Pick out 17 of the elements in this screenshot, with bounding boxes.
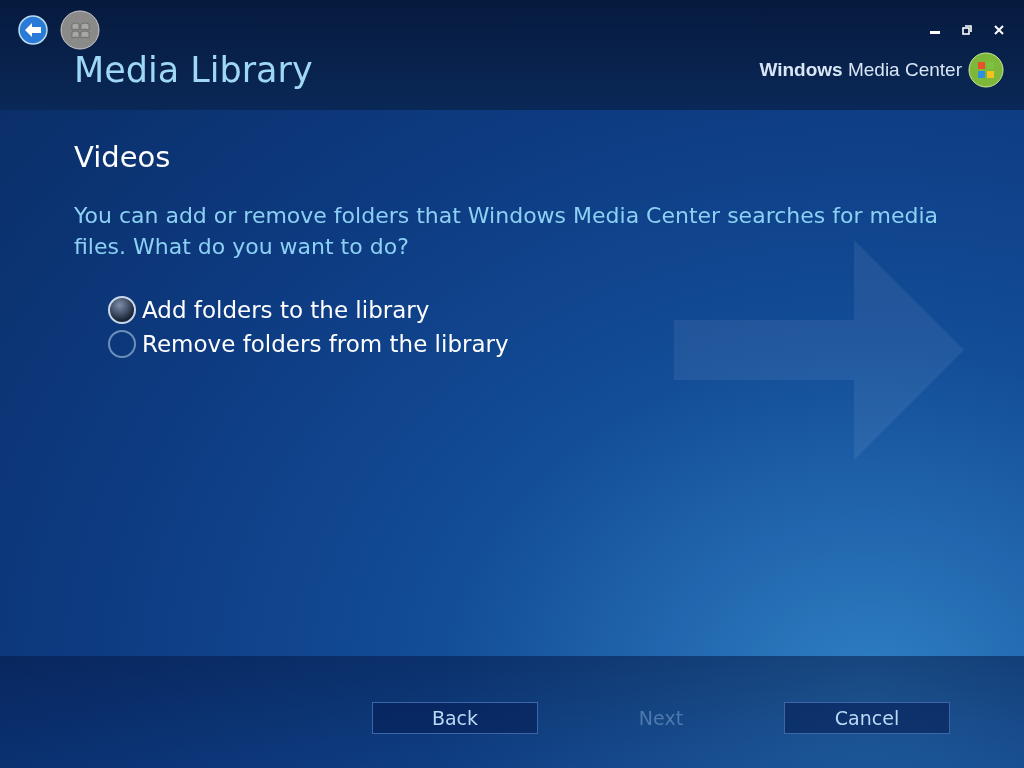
back-icon[interactable] xyxy=(18,15,48,45)
radio-option[interactable]: Remove folders from the library xyxy=(108,330,950,358)
option-label: Remove folders from the library xyxy=(142,331,509,357)
section-heading: Videos xyxy=(74,140,172,174)
page-title: Media Library xyxy=(74,50,313,90)
radio-option[interactable]: Add folders to the library xyxy=(108,296,950,324)
close-icon[interactable] xyxy=(994,25,1004,35)
wizard-button[interactable]: Cancel xyxy=(784,702,950,734)
option-label: Add folders to the library xyxy=(142,297,430,323)
start-orb-icon[interactable] xyxy=(60,10,100,50)
radio-button[interactable] xyxy=(108,330,136,358)
brand-name: Windows Media Center xyxy=(759,59,962,81)
wizard-button[interactable]: Back xyxy=(372,702,538,734)
arrow-icon xyxy=(674,240,964,460)
instruction-text: You can add or remove folders that Windows Media Center searches for media files. What do you want to do? xyxy=(74,202,939,261)
restore-icon[interactable] xyxy=(962,25,972,35)
windows-logo-icon xyxy=(968,52,1004,88)
